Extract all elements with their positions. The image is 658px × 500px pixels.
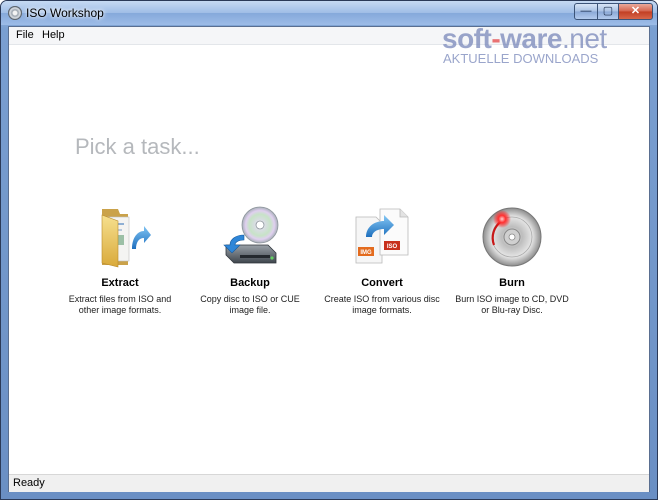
task-burn[interactable]: Burn Burn ISO image to CD, DVD or Blu-ray… — [446, 205, 578, 316]
client-area: File Help soft-ware.net AKTUELLE DOWNLOA… — [8, 23, 650, 492]
task-burn-desc-1: Burn ISO image to CD, DVD — [455, 294, 569, 304]
app-window: ISO Workshop — ▢ ✕ File Help soft-ware.n… — [0, 0, 658, 500]
menu-help[interactable]: Help — [42, 29, 65, 41]
burn-disc-icon — [480, 205, 544, 269]
task-backup-label: Backup — [230, 277, 270, 289]
task-backup[interactable]: Backup Copy disc to ISO or CUE image file… — [184, 205, 316, 316]
app-disc-icon[interactable] — [8, 6, 22, 20]
task-extract-desc: Extract files from ISO and other image fo… — [54, 294, 186, 316]
task-extract-label: Extract — [101, 277, 139, 289]
maximize-button[interactable]: ▢ — [597, 3, 619, 20]
task-convert-desc-1: Create ISO from various disc — [324, 294, 440, 304]
minimize-button[interactable]: — — [574, 3, 598, 20]
title-bar[interactable]: ISO Workshop — ▢ ✕ — [1, 1, 657, 25]
task-extract[interactable]: Extract Extract files from ISO and other … — [54, 205, 186, 316]
page-heading: Pick a task... — [75, 134, 200, 159]
task-convert-label: Convert — [361, 277, 403, 289]
convert-tag-left: IMG — [360, 250, 372, 256]
task-backup-desc: Copy disc to ISO or CUE image file. — [184, 294, 316, 316]
status-bar: Ready — [9, 474, 649, 492]
task-burn-label: Burn — [499, 277, 525, 289]
task-burn-desc-2: or Blu-ray Disc. — [481, 305, 543, 315]
convert-files-icon: IMG ISO — [350, 205, 414, 269]
task-convert-desc-2: image formats. — [352, 305, 412, 315]
menu-bar: File Help — [9, 27, 649, 45]
task-extract-desc-1: Extract files from ISO and — [68, 294, 172, 304]
convert-tag-right: ISO — [387, 244, 398, 250]
status-text: Ready — [13, 477, 45, 489]
task-convert-desc: Create ISO from various disc image format… — [316, 294, 448, 316]
menu-file[interactable]: File — [16, 29, 34, 41]
window-title: ISO Workshop — [26, 6, 104, 20]
watermark-subtitle: AKTUELLE DOWNLOADS — [443, 51, 599, 66]
folder-arrow-icon — [88, 205, 152, 269]
disc-drive-icon — [218, 205, 282, 269]
task-convert[interactable]: IMG ISO Convert Create ISO from various … — [316, 205, 448, 316]
task-backup-desc-2: image file. — [229, 305, 271, 315]
close-button[interactable]: ✕ — [618, 3, 653, 20]
task-burn-desc: Burn ISO image to CD, DVD or Blu-ray Disc… — [446, 294, 578, 316]
task-backup-desc-1: Copy disc to ISO or CUE — [200, 294, 300, 304]
task-extract-desc-2: other image formats. — [78, 305, 162, 315]
